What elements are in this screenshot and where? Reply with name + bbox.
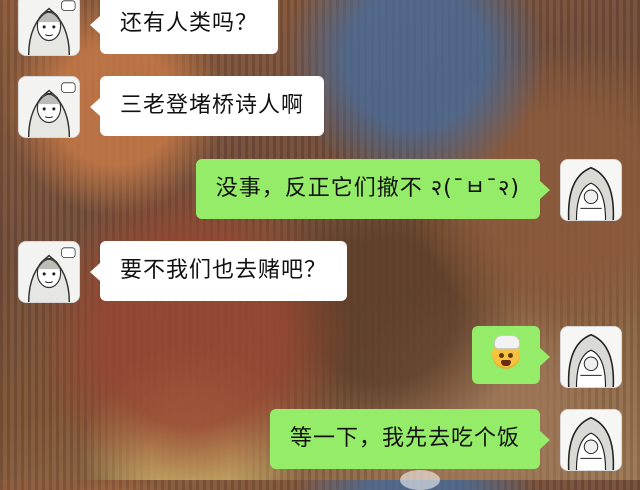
- friend-avatar[interactable]: [18, 0, 80, 56]
- message-row: 还有人类吗？: [18, 0, 279, 56]
- scroll-indicator: [400, 470, 440, 490]
- manga-girl-avatar-icon: [19, 77, 79, 137]
- friend-avatar[interactable]: [18, 241, 80, 303]
- message-row: 要不我们也去赌吧？: [18, 241, 348, 303]
- message-row: 没事，反正它们撤不 २(¯ㅂ¯२): [195, 159, 622, 221]
- my-avatar[interactable]: [560, 409, 622, 471]
- outgoing-message-bubble[interactable]: 等一下，我先去吃个饭: [269, 409, 551, 469]
- exploding-head-emoji-icon: [492, 335, 520, 369]
- my-avatar[interactable]: [560, 159, 622, 221]
- my-avatar[interactable]: [560, 326, 622, 388]
- manga-hooded-avatar-icon: [561, 160, 621, 220]
- incoming-message-bubble[interactable]: 还有人类吗？: [89, 0, 279, 54]
- friend-avatar[interactable]: [18, 76, 80, 138]
- outgoing-message-bubble[interactable]: 没事，反正它们撤不 २(¯ㅂ¯२): [195, 159, 551, 219]
- manga-hooded-avatar-icon: [561, 410, 621, 470]
- message-row: 三老登堵桥诗人啊: [18, 76, 325, 138]
- incoming-message-bubble[interactable]: 三老登堵桥诗人啊: [89, 76, 325, 136]
- manga-girl-avatar-icon: [19, 242, 79, 302]
- message-row: [472, 326, 622, 388]
- incoming-message-bubble[interactable]: 要不我们也去赌吧？: [89, 241, 348, 301]
- manga-hooded-avatar-icon: [561, 327, 621, 387]
- outgoing-emoji-bubble[interactable]: [472, 326, 550, 384]
- message-row: 等一下，我先去吃个饭: [269, 409, 622, 471]
- manga-girl-avatar-icon: [19, 0, 79, 55]
